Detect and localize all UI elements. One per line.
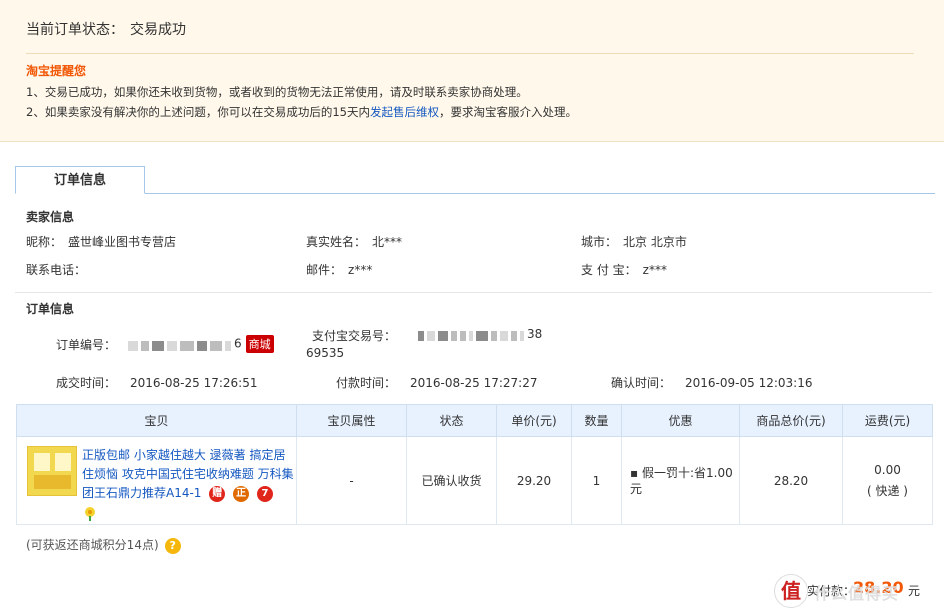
col-header-unit-price: 单价(元) [496,404,572,437]
shipping-method: ( 快递 ) [867,483,908,498]
item-attributes: - [296,436,407,525]
masked-order-number [128,338,234,351]
item-shipping: 0.00 ( 快递 ) [842,436,933,525]
item-discount: ▪ 假一罚十:省1.00 元 [621,436,740,525]
mall-points-note: (可获返还商城积分14点)? [26,536,181,554]
help-icon[interactable]: ? [164,537,181,554]
order-number-tail: 6 [234,336,242,351]
flower-icon[interactable] [82,506,98,522]
mall-badge[interactable]: 商城 [245,335,274,353]
deal-time-label: 成交时间： [56,376,117,390]
discount-line-2: 元 [630,481,643,496]
product-title-link[interactable]: 正版包邮 小家越住越大 逯薇著 搞定居住烦恼 攻克中国式住宅收纳难题 万科集团王… [82,446,294,522]
reminder-line-2-suffix: ，要求淘宝客服介入处理。 [438,105,577,119]
seller-section-title: 卖家信息 [26,210,75,224]
alipay-trade-number-line2: 69535 [306,346,345,360]
seller-nickname-value: 盛世峰业图书专营店 [68,235,177,249]
seller-realname: 真实姓名： 北*** [306,233,402,250]
item-quantity: 1 [571,436,622,525]
col-header-status: 状态 [406,404,497,437]
seller-email-label: 邮件： [306,263,343,277]
tab-bar-line [15,193,935,194]
alipay-trade-number-label: 支付宝交易号： [312,329,397,343]
col-header-shipping: 运费(元) [842,404,933,437]
points-text: (可获返还商城积分14点) [26,538,159,552]
item-status: 已确认收货 [406,436,497,525]
after-sale-link[interactable]: 发起售后维权 [370,105,439,119]
deal-time: 成交时间： 2016-08-25 17:26:51 [56,374,257,391]
confirm-time: 确认时间： 2016-09-05 12:03:16 [611,374,812,391]
seller-alipay-value: z*** [642,263,667,277]
smzdm-logo-icon: 值 [774,574,808,608]
order-status-value: 交易成功 [130,22,186,38]
pay-time-label: 付款时间： [336,376,397,390]
order-number-label: 订单编号： [56,338,117,352]
reminder-title: 淘宝提醒您 [26,64,87,78]
seller-alipay: 支 付 宝： z*** [581,261,667,278]
order-section-title: 订单信息 [26,302,75,316]
col-header-total: 商品总价(元) [739,404,843,437]
seller-email-value: z*** [348,263,373,277]
gift-icon[interactable]: 赠 [209,485,226,502]
reminder-line-2: 2、如果卖家没有解决你的上述问题，你可以在交易成功后的15天内发起售后维权，要求… [26,104,577,120]
smzdm-watermark: 值 什么值得买 [770,572,944,612]
order-status-panel: 当前订单状态： 交易成功 淘宝提醒您 1、交易已成功，如果你还未收到货物，或者收到… [0,0,944,142]
deal-time-value: 2016-08-25 17:26:51 [130,376,258,390]
col-header-discount: 优惠 [621,404,740,437]
seller-email: 邮件： z*** [306,261,372,278]
confirm-time-label: 确认时间： [611,376,672,390]
genuine-icon[interactable]: 正 [233,485,250,502]
order-number: 6 商城 [128,335,274,353]
discount-bullet-icon: ▪ [630,465,639,480]
seller-alipay-label: 支 付 宝： [581,263,637,277]
table-header-row: 宝贝 宝贝属性 状态 单价(元) 数量 优惠 商品总价(元) 运费(元) [16,404,933,437]
watermark-text: 什么值得买 [814,584,900,603]
seller-nickname-label: 昵称： [26,235,63,249]
col-header-item: 宝贝 [16,404,297,437]
seller-phone: 联系电话： [26,261,92,278]
pay-time: 付款时间： 2016-08-25 17:27:27 [336,374,537,391]
col-header-attributes: 宝贝属性 [296,404,407,437]
divider [26,53,914,54]
reminder-line-1: 1、交易已成功，如果你还未收到货物，或者收到的货物无法正常使用，请及时联系卖家协… [26,85,528,99]
tab-order-info[interactable]: 订单信息 [15,166,145,194]
shipping-fee: 0.00 [874,462,901,477]
seller-phone-label: 联系电话： [26,263,87,277]
item-total-price: 28.20 [739,436,843,525]
pay-time-value: 2016-08-25 17:27:27 [410,376,538,390]
reminder-line-2-prefix: 2、如果卖家没有解决你的上述问题，你可以在交易成功后的15天内 [26,105,370,119]
confirm-time-value: 2016-09-05 12:03:16 [685,376,813,390]
col-header-quantity: 数量 [571,404,622,437]
item-cell: 正版包邮 小家越住越大 逯薇著 搞定居住烦恼 攻克中国式住宅收纳难题 万科集团王… [16,436,297,525]
seven-day-return-icon[interactable]: 7 [256,485,273,502]
seller-nickname: 昵称： 盛世峰业图书专营店 [26,233,176,250]
table-row: 正版包邮 小家越住越大 逯薇著 搞定居住烦恼 攻克中国式住宅收纳难题 万科集团王… [16,436,933,525]
section-divider [15,292,932,293]
alipay-trade-number: 38 [418,327,542,341]
order-items-table: 宝贝 宝贝属性 状态 单价(元) 数量 优惠 商品总价(元) 运费(元) 正版包… [16,404,933,525]
seller-city-label: 城市： [581,235,618,249]
order-status: 当前订单状态： 交易成功 [26,19,186,39]
seller-city-value: 北京 北京市 [623,235,687,249]
seller-city: 城市： 北京 北京市 [581,233,687,250]
order-status-label: 当前订单状态： [26,22,124,38]
masked-alipay-number [418,329,527,341]
seller-realname-value: 北*** [372,235,403,249]
product-thumbnail[interactable] [27,446,77,496]
seller-realname-label: 真实姓名： [306,235,367,249]
discount-line-1: 假一罚十:省1.00 [641,465,733,480]
item-unit-price: 29.20 [496,436,572,525]
alipay-trade-number-tail: 38 [527,327,543,341]
